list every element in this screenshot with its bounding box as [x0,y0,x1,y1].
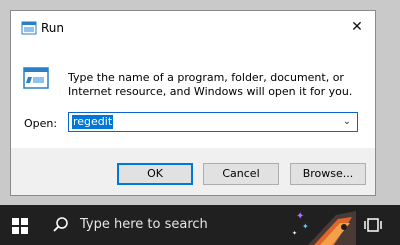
cancel-button[interactable]: Cancel [203,163,279,185]
title-bar[interactable]: Run ✕ [11,11,375,43]
run-large-icon [23,67,49,89]
svg-text:✦: ✦ [292,230,297,237]
dialog-content: Type the name of a program, folder, docu… [11,43,375,148]
svg-text:✦: ✦ [302,222,309,231]
search-box[interactable]: Type here to search [80,217,208,233]
browse-button[interactable]: Browse... [290,163,366,185]
open-combobox[interactable]: regedit ⌄ [68,112,358,132]
ok-button[interactable]: OK [117,163,193,185]
chevron-down-icon[interactable]: ⌄ [340,113,354,131]
window-title: Run [41,21,65,35]
taskbar: Type here to search ✦ ✦ ✦ [0,205,400,245]
search-icon[interactable] [52,216,70,234]
windows-start-icon[interactable] [12,218,28,234]
svg-text:✦: ✦ [296,211,304,222]
dialog-description: Type the name of a program, folder, docu… [68,71,353,98]
task-view-icon[interactable] [364,216,382,234]
run-dialog: Run ✕ Type the name of a program, folder… [10,10,376,196]
open-label: Open: [24,117,58,130]
search-highlight-icon[interactable]: ✦ ✦ ✦ [284,205,356,245]
close-button[interactable]: ✕ [339,11,375,43]
run-app-icon [21,21,37,35]
button-bar: OK Cancel Browse... [11,148,375,195]
open-input-value[interactable]: regedit [72,115,114,129]
